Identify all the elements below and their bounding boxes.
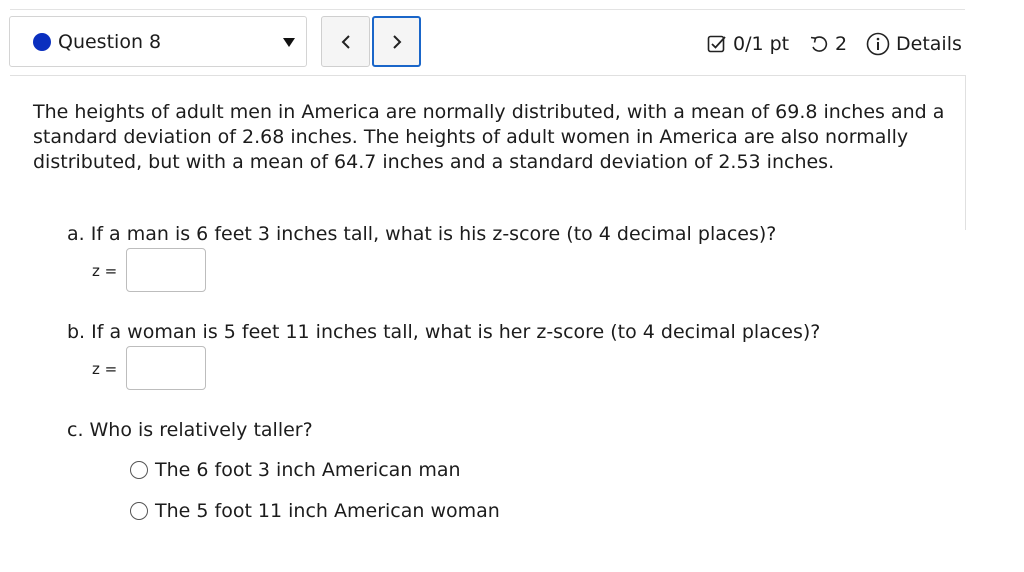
previous-question-button[interactable] <box>321 16 370 67</box>
radio-button[interactable] <box>130 461 148 479</box>
part-c-question: c. Who is relatively taller? <box>67 419 313 441</box>
attempts-indicator: 2 <box>809 31 847 57</box>
score-text: 0/1 pt <box>733 33 790 55</box>
chevron-left-icon <box>341 34 350 49</box>
top-divider <box>10 9 965 10</box>
next-question-button[interactable] <box>372 16 421 67</box>
question-label: Question 8 <box>58 31 162 53</box>
part-a-z-label: z = <box>92 262 118 280</box>
question-selector[interactable]: Question 8 <box>9 16 307 67</box>
info-icon <box>866 32 890 56</box>
part-b-question: b. If a woman is 5 feet 11 inches tall, … <box>67 321 821 343</box>
part-a-question: a. If a man is 6 feet 3 inches tall, wha… <box>67 223 777 245</box>
retry-icon <box>810 36 828 52</box>
content-divider <box>10 75 965 76</box>
part-b-answer-input[interactable] <box>126 346 206 390</box>
caret-down-icon <box>283 38 295 47</box>
score-indicator: 0/1 pt <box>707 31 789 57</box>
details-label: Details <box>896 33 962 55</box>
part-b-z-label: z = <box>92 360 118 378</box>
option-label: The 5 foot 11 inch American woman <box>155 500 500 522</box>
radio-button[interactable] <box>130 502 148 520</box>
chevron-right-icon <box>392 34 401 49</box>
content-side-border <box>965 75 966 230</box>
option-woman[interactable]: The 5 foot 11 inch American woman <box>130 499 500 523</box>
checkbox-icon <box>707 35 726 53</box>
option-label: The 6 foot 3 inch American man <box>155 459 461 481</box>
problem-statement: The heights of adult men in America are … <box>33 101 945 173</box>
details-button[interactable]: Details <box>866 31 962 57</box>
option-man[interactable]: The 6 foot 3 inch American man <box>130 458 461 482</box>
attempts-count: 2 <box>835 33 848 55</box>
filled-circle-icon <box>33 33 51 51</box>
part-a-answer-input[interactable] <box>126 248 206 292</box>
